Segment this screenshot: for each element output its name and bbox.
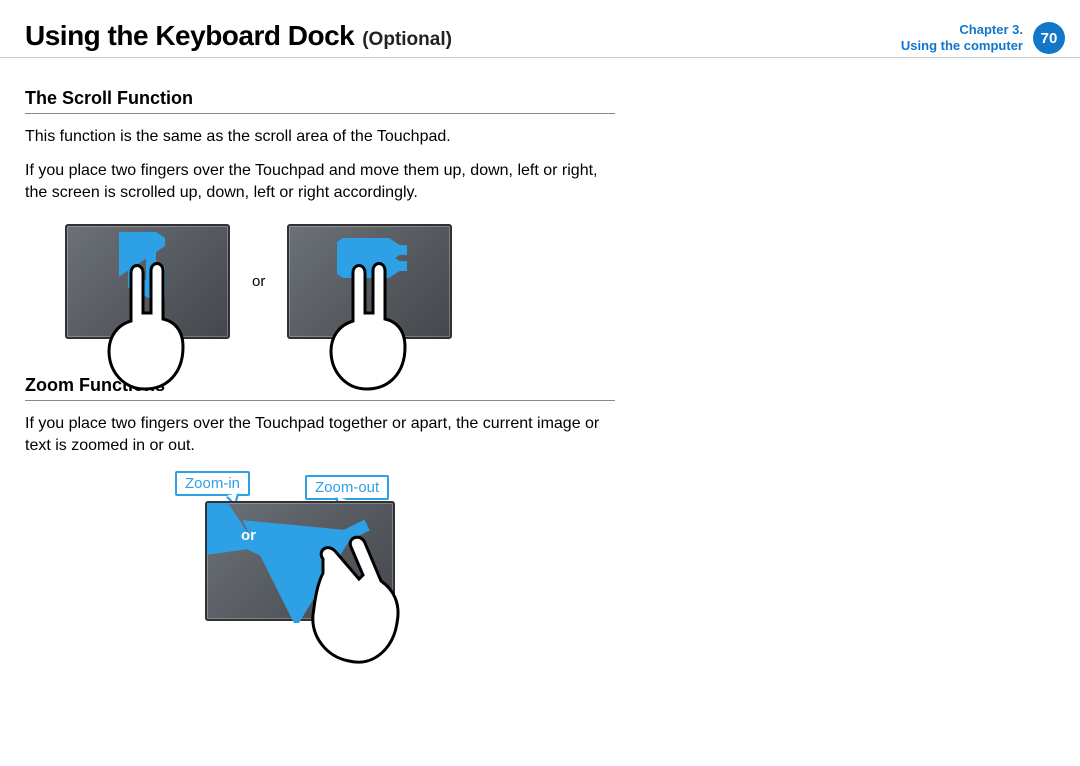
page-number-badge: 70 [1033,22,1065,54]
zoom-paragraph-1: If you place two fingers over the Touchp… [25,413,615,457]
scroll-illustration: or [65,224,615,339]
page-header: Using the Keyboard Dock (Optional) Chapt… [0,0,1080,58]
chapter-label: Chapter 3. Using the computer [901,22,1023,53]
chapter-line1: Chapter 3. [901,22,1023,38]
header-right: Chapter 3. Using the computer 70 [901,20,1065,54]
zoom-or-label: or [241,527,256,544]
page-title: Using the Keyboard Dock (Optional) [25,20,452,52]
touchpad-horizontal-scroll-icon [287,224,452,339]
zoom-out-label: Zoom-out [305,475,389,500]
pinch-hand-icon [293,529,423,679]
title-main: Using the Keyboard Dock [25,20,354,52]
two-finger-hand-icon [315,255,425,395]
title-subtitle: (Optional) [362,29,452,51]
scroll-paragraph-2: If you place two fingers over the Touchp… [25,160,615,204]
zoom-illustration: Zoom-in Zoom-out or [165,471,465,671]
touchpad-vertical-scroll-icon [65,224,230,339]
scroll-heading: The Scroll Function [25,88,615,114]
chapter-line2: Using the computer [901,38,1023,54]
scroll-or-label: or [252,273,265,290]
scroll-paragraph-1: This function is the same as the scroll … [25,126,615,148]
content-column: The Scroll Function This function is the… [0,58,640,671]
page-number: 70 [1041,30,1058,47]
two-finger-hand-icon [93,255,203,395]
